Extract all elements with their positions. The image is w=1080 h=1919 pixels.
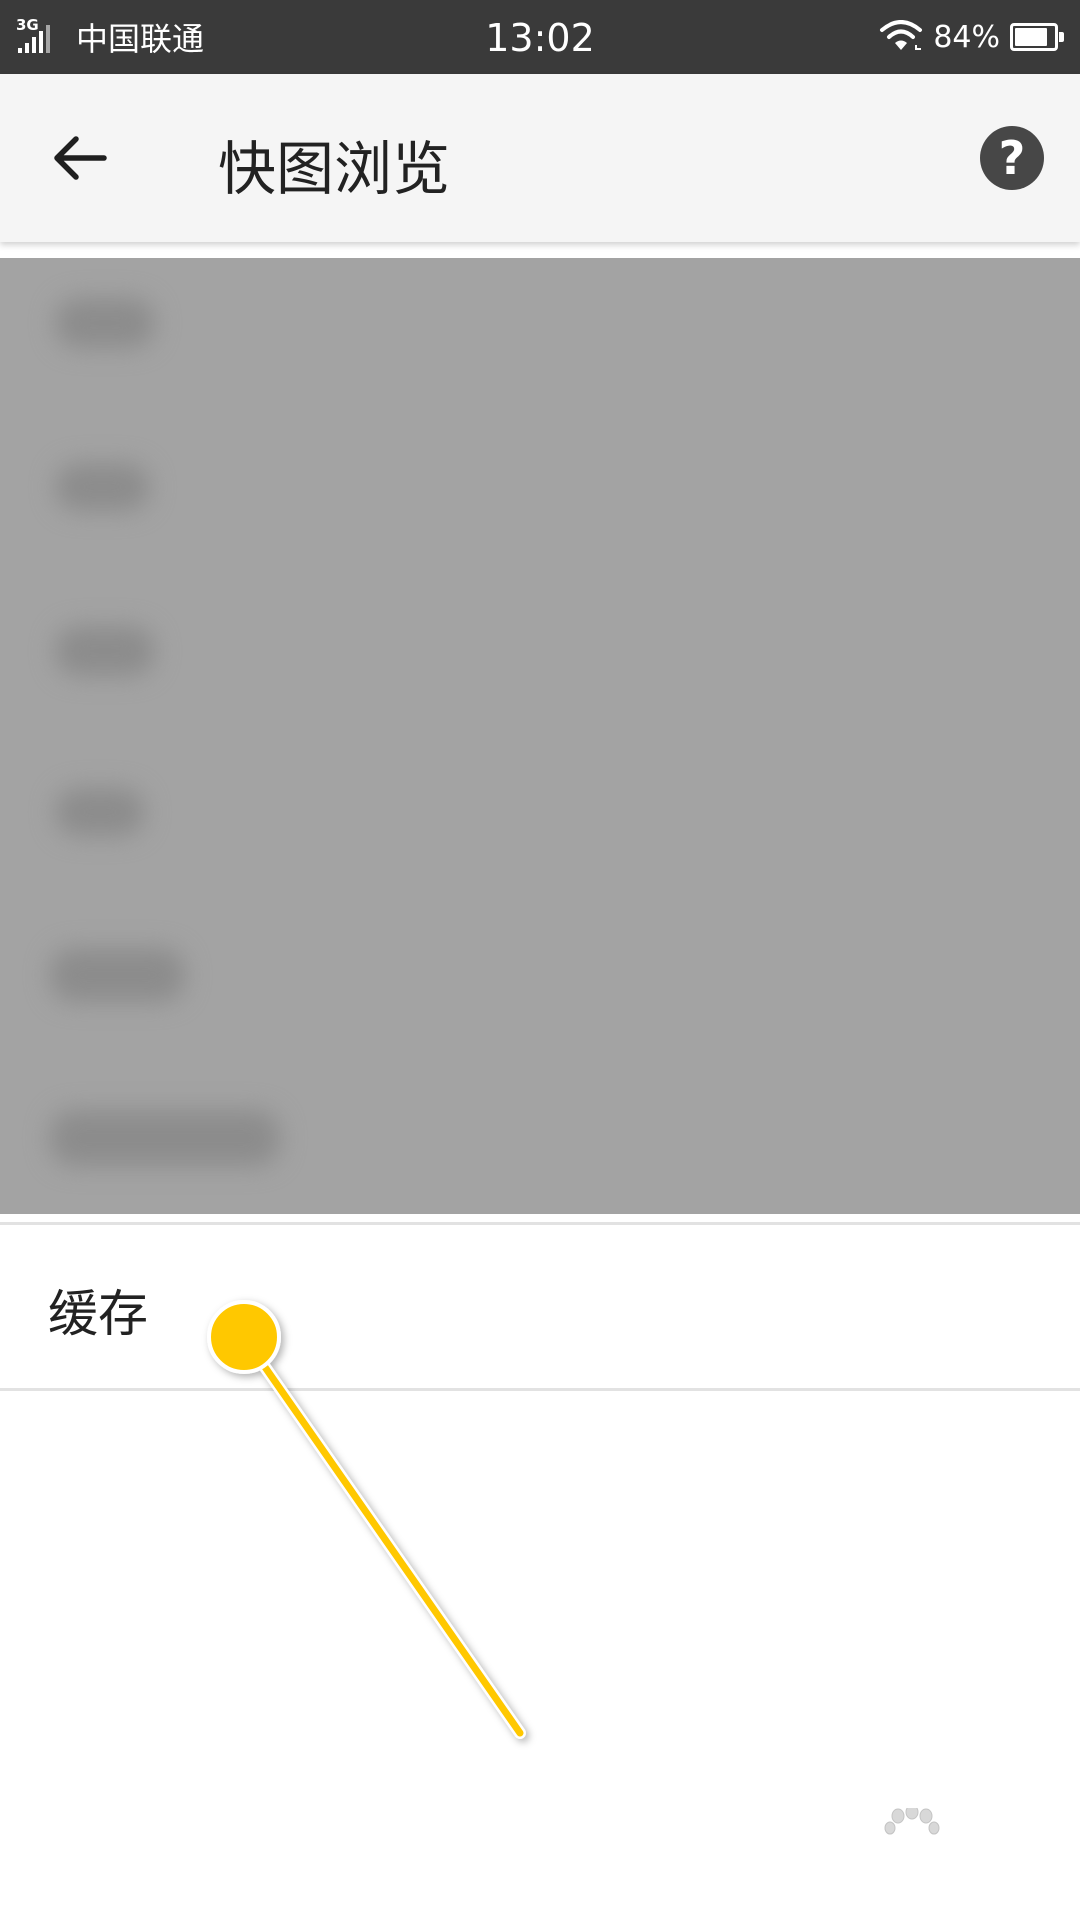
list-item-cache[interactable]: 缓存 bbox=[0, 1226, 1080, 1386]
screen: 3G 中国联通 13:02 84% 快图浏览 ? 缓存 bbox=[0, 0, 1080, 1919]
wifi-icon bbox=[880, 20, 923, 50]
blurred-item bbox=[50, 1110, 280, 1166]
baidu-paw-logo-icon bbox=[884, 1804, 940, 1835]
status-left: 3G 中国联通 bbox=[0, 14, 204, 60]
blurred-item bbox=[55, 463, 150, 511]
baidu-jingyan-watermark bbox=[812, 1804, 1022, 1898]
status-right: 84% bbox=[879, 0, 1064, 74]
blurred-item bbox=[55, 788, 145, 836]
help-icon: ? bbox=[998, 131, 1026, 185]
carrier-name: 中国联通 bbox=[76, 20, 205, 58]
app-bar: 快图浏览 ? bbox=[0, 74, 1080, 242]
list-item-label: 缓存 bbox=[48, 1285, 148, 1343]
blurred-item bbox=[55, 298, 155, 348]
network-type-label: 3G bbox=[16, 16, 39, 34]
divider bbox=[0, 1222, 1080, 1225]
divider bbox=[0, 1388, 1080, 1391]
arrow-left-icon bbox=[54, 136, 107, 180]
page-title: 快图浏览 bbox=[218, 135, 451, 203]
blurred-content-region bbox=[0, 258, 1080, 1214]
battery-icon bbox=[1010, 23, 1064, 51]
battery-percent: 84% bbox=[933, 19, 1000, 55]
back-button[interactable] bbox=[40, 118, 120, 198]
signal-icon: 3G bbox=[16, 17, 62, 57]
blurred-item bbox=[55, 626, 155, 676]
blurred-item bbox=[50, 948, 185, 1002]
status-bar: 3G 中国联通 13:02 84% bbox=[0, 0, 1080, 74]
battery-fill bbox=[1015, 28, 1047, 46]
help-button[interactable]: ? bbox=[980, 126, 1044, 190]
